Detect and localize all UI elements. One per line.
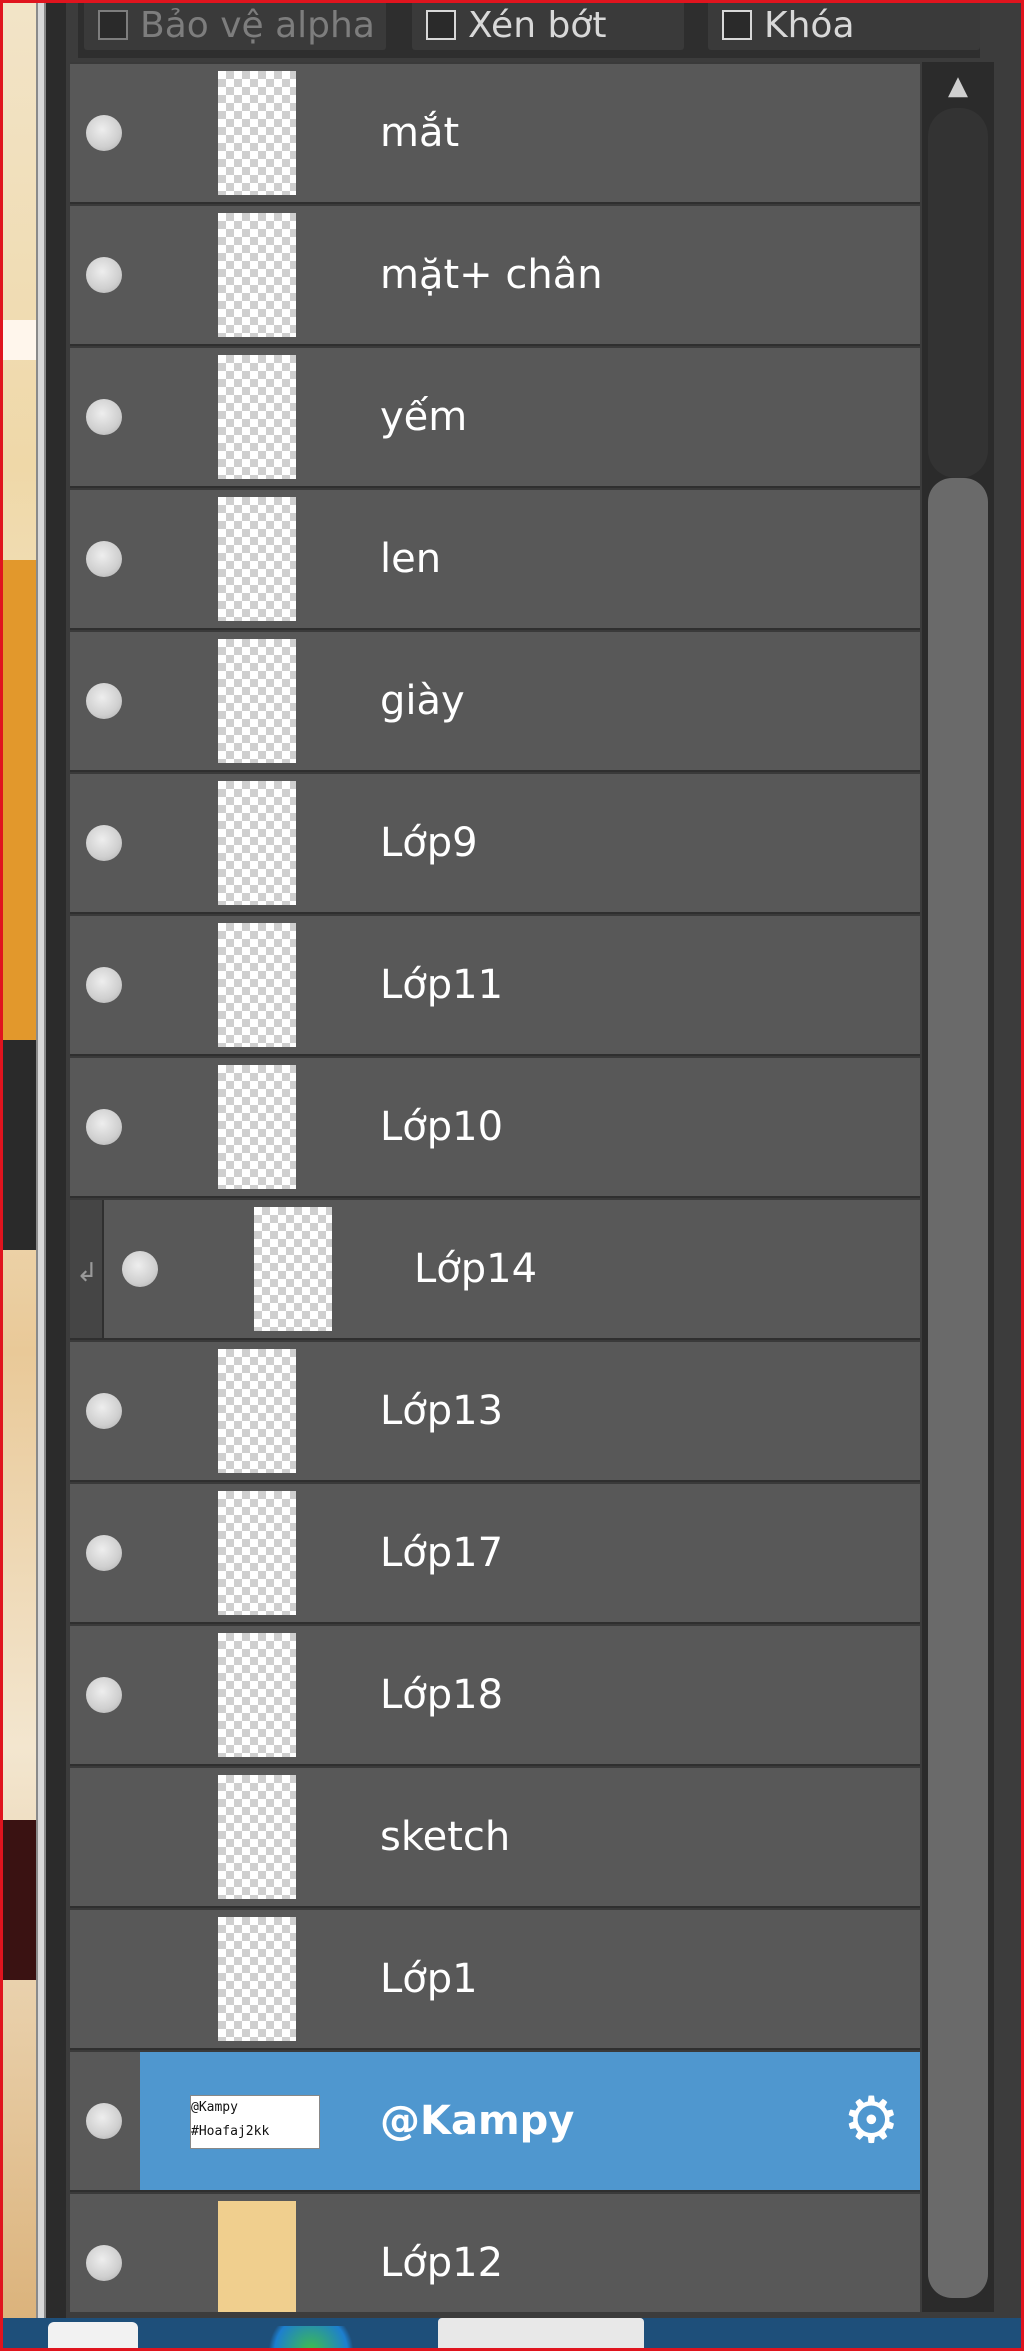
clip-checkbox[interactable]: Xén bớt [412,0,684,50]
layer-thumbnail [218,1065,296,1189]
layer-row[interactable]: mặt+ chân [70,204,920,346]
visibility-icon[interactable] [122,1251,158,1287]
layer-thumbnail-text: @Kampy #Hoafaj2kk [190,2095,320,2149]
layer-row[interactable]: mắt [70,62,920,204]
layer-thumbnail [218,71,296,195]
layer-row[interactable]: Lớp11 [70,914,920,1056]
layer-name: sketch [380,1814,511,1860]
panel-splitter[interactable] [36,0,46,2330]
layer-name: yếm [380,394,468,440]
checkbox-box [426,10,456,40]
taskbar-app-active[interactable] [438,2318,644,2351]
layer-thumbnail [218,1775,296,1899]
visibility-icon[interactable] [86,1677,122,1713]
layer-name: Lớp1 [380,1956,478,2002]
clip-arrow-icon: ↲ [76,1258,98,1288]
layer-name: Lớp9 [380,820,478,866]
layer-name: Lớp10 [380,1104,504,1150]
layer-name: giày [380,678,465,724]
layer-row[interactable]: Lớp1 [70,1908,920,2050]
visibility-icon[interactable] [86,115,122,151]
visibility-icon[interactable] [86,399,122,435]
layer-row-selected[interactable]: @Kampy #Hoafaj2kk @Kampy ⚙ [70,2050,920,2192]
visibility-icon[interactable] [86,967,122,1003]
layer-row[interactable]: giày [70,630,920,772]
layer-row[interactable]: Lớp18 [70,1624,920,1766]
layer-row[interactable]: Lớp9 [70,772,920,914]
layer-row-clipped[interactable]: ↲ Lớp14 [70,1198,920,1340]
layer-thumbnail [218,639,296,763]
gear-icon[interactable]: ⚙ [843,2089,900,2153]
layer-name: Lớp18 [380,1672,504,1718]
layer-name: @Kampy [380,2098,575,2144]
layer-thumbnail [218,1491,296,1615]
layer-name: mặt+ chân [380,252,603,298]
layer-row[interactable]: Lớp13 [70,1340,920,1482]
canvas-preview [0,0,36,2330]
layer-thumbnail [218,497,296,621]
layer-row[interactable]: Lớp12 [70,2192,920,2312]
lock-checkbox[interactable]: Khóa [708,0,980,50]
panel-border [46,0,66,2330]
layer-thumbnail [218,781,296,905]
protect-alpha-checkbox[interactable]: Bảo vệ alpha [84,0,386,50]
layer-options-bar: Bảo vệ alpha Xén bớt Khóa [78,0,980,58]
visibility-icon[interactable] [86,541,122,577]
scrollbar-thumb[interactable] [928,478,988,2298]
layer-row[interactable]: len [70,488,920,630]
layer-row[interactable]: Lớp17 [70,1482,920,1624]
checkbox-box [98,10,128,40]
visibility-icon[interactable] [86,825,122,861]
visibility-icon[interactable] [86,1535,122,1571]
layer-name: Lớp13 [380,1388,504,1434]
layer-name: Lớp17 [380,1530,504,1576]
visibility-icon[interactable] [86,257,122,293]
clip-indicator: ↲ [70,1200,104,1338]
lock-label: Khóa [764,4,855,46]
visibility-icon[interactable] [86,1393,122,1429]
taskbar-app[interactable] [48,2322,138,2351]
layer-name: Lớp14 [414,1246,538,1292]
layer-row[interactable]: sketch [70,1766,920,1908]
clip-label: Xén bớt [468,4,607,46]
layer-thumbnail [218,2201,296,2312]
layer-thumbnail [218,923,296,1047]
visibility-icon[interactable] [86,683,122,719]
checkbox-box [722,10,752,40]
layer-thumbnail [218,1633,296,1757]
visibility-icon[interactable] [86,2103,122,2139]
visibility-icon[interactable] [86,2245,122,2281]
visibility-icon[interactable] [86,1109,122,1145]
layer-list: mắt mặt+ chân yếm len giày Lớp9 Lớp11 Lớ… [70,62,920,2312]
layer-name: Lớp11 [380,962,504,1008]
layer-thumbnail [218,355,296,479]
scroll-up-icon[interactable]: ▲ [938,66,978,106]
scrollbar-upper-area[interactable] [928,108,988,478]
layer-row[interactable]: yếm [70,346,920,488]
layer-name: Lớp12 [380,2240,504,2286]
layer-thumbnail [254,1207,332,1331]
layer-row[interactable]: Lớp10 [70,1056,920,1198]
layer-name: len [380,536,442,582]
layer-thumbnail [218,213,296,337]
layer-thumbnail [218,1349,296,1473]
protect-alpha-label: Bảo vệ alpha [140,4,375,46]
taskbar-app[interactable] [256,2326,366,2351]
layer-name: mắt [380,110,460,156]
layer-thumbnail [218,1917,296,2041]
